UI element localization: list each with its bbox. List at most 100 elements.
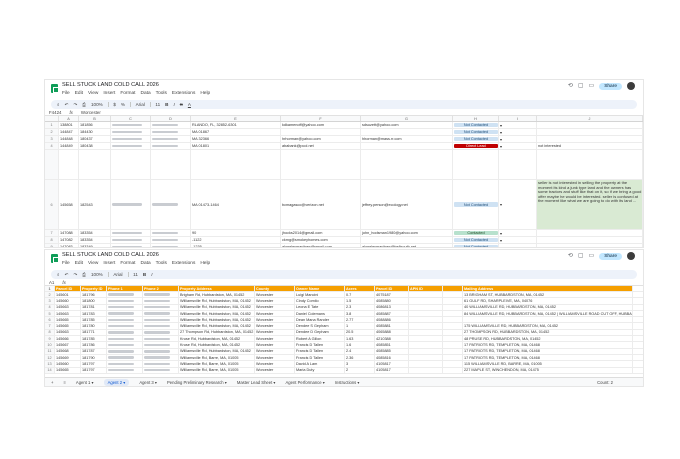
- table-cell[interactable]: 2.3: [345, 304, 375, 310]
- tab-agent-1[interactable]: Agent 1 ▾: [76, 380, 94, 385]
- table-cell[interactable]: 3: [345, 361, 375, 367]
- table-cell[interactable]: Worcester: [255, 336, 295, 342]
- menu-item-insert[interactable]: Insert: [103, 91, 115, 96]
- column-header[interactable]: Property ID: [81, 286, 107, 291]
- table-cell[interactable]: [443, 304, 463, 310]
- cell-phone-2[interactable]: [151, 136, 191, 142]
- cell-email-2[interactable]: john_hodsman1980@yahoo.com: [361, 230, 453, 236]
- table-cell[interactable]: Worcester: [255, 292, 295, 298]
- table-cell[interactable]: 4075187: [375, 292, 409, 298]
- chevron-down-icon[interactable]: ▾: [500, 238, 502, 243]
- menu-item-file[interactable]: File: [62, 91, 70, 96]
- table-cell[interactable]: 4085816: [375, 354, 409, 361]
- table-cell[interactable]: [143, 354, 179, 361]
- print-icon[interactable]: ⎙: [82, 102, 86, 107]
- table-cell[interactable]: Williamsville Rd, Hubbardston, MA, 01452: [179, 323, 255, 329]
- zoom-select[interactable]: 100%: [91, 272, 103, 277]
- table-cell[interactable]: 2: [345, 367, 375, 373]
- table-cell[interactable]: Worcester: [255, 367, 295, 373]
- chevron-down-icon[interactable]: ▾: [500, 144, 502, 149]
- cell-email-1[interactable]: bcmagasco@verizon.net: [281, 180, 361, 229]
- menu-item-insert[interactable]: Insert: [103, 261, 115, 266]
- bold-icon[interactable]: B: [143, 272, 146, 277]
- chevron-down-icon[interactable]: ▾: [500, 202, 502, 207]
- table-cell[interactable]: [107, 348, 143, 354]
- column-header[interactable]: Owner Name: [295, 286, 345, 291]
- cell-email-2[interactable]: [361, 150, 453, 179]
- table-cell[interactable]: [409, 310, 443, 317]
- cell-email-1[interactable]: alongleymartinez@gmail.com: [281, 244, 361, 247]
- table-cell[interactable]: Worcester: [255, 304, 295, 310]
- table-cell[interactable]: [143, 317, 179, 323]
- table-cell[interactable]: [409, 317, 443, 323]
- table-cell[interactable]: 4105817: [375, 367, 409, 373]
- cell-dropdown[interactable]: [499, 150, 537, 179]
- menu-item-help[interactable]: Help: [200, 261, 210, 266]
- cell-record-id[interactable]: [59, 150, 79, 179]
- strikethrough-icon[interactable]: S: [180, 102, 183, 107]
- column-header[interactable]: Parcel ID: [55, 286, 81, 291]
- cell-status[interactable]: [453, 150, 499, 179]
- cell-address[interactable]: 90: [191, 230, 281, 236]
- cell-note[interactable]: seller is not interested in selling the …: [537, 180, 643, 229]
- table-cell[interactable]: 48 PRUSE RD, HUBBARDSTON, MA, 01452: [463, 336, 633, 342]
- table-cell[interactable]: Luigi Mancini: [295, 292, 345, 298]
- column-header[interactable]: Acres: [345, 286, 375, 291]
- cell-phone-2[interactable]: [151, 237, 191, 243]
- table-cell[interactable]: 181800: [81, 298, 107, 304]
- table-cell[interactable]: [443, 361, 463, 367]
- table-cell[interactable]: Williamsville Rd, Hubbardston, MA, 01452: [179, 317, 255, 323]
- table-cell[interactable]: [143, 348, 179, 354]
- cell-email-1[interactable]: ckmg@smokeyhomes.com: [281, 237, 361, 243]
- table-cell[interactable]: [409, 329, 443, 336]
- menu-item-tools[interactable]: Tools: [156, 91, 167, 96]
- table-cell[interactable]: [443, 298, 463, 304]
- history-icon[interactable]: ⟲: [568, 253, 573, 259]
- table-cell[interactable]: Worcester: [255, 310, 295, 317]
- cell-note[interactable]: [537, 230, 643, 236]
- table-cell[interactable]: 40 WILLIAMSVILLE RD, HUBBARDSTON, MA, 01…: [463, 304, 633, 310]
- italic-icon[interactable]: I: [151, 272, 152, 277]
- menu-item-file[interactable]: File: [62, 261, 70, 266]
- cell-phone-2[interactable]: [151, 230, 191, 236]
- italic-icon[interactable]: I: [173, 102, 174, 107]
- table-cell[interactable]: 3.8: [345, 310, 375, 317]
- column-header[interactable]: Phone 1: [107, 286, 143, 291]
- add-sheet-icon[interactable]: +: [51, 380, 53, 385]
- table-cell[interactable]: [107, 367, 143, 373]
- column-header[interactable]: F: [281, 116, 361, 121]
- table-cell[interactable]: Worcester: [255, 329, 295, 336]
- table-cell[interactable]: [443, 354, 463, 361]
- cell-dropdown[interactable]: ▾: [499, 122, 537, 128]
- cell-email-2[interactable]: jeffrey.person@ecology.net: [361, 180, 453, 229]
- video-call-icon[interactable]: ▭: [589, 253, 595, 259]
- cell-phone-2[interactable]: [151, 150, 191, 179]
- cell-dropdown[interactable]: ▾: [499, 237, 537, 243]
- table-cell[interactable]: 181785: [81, 336, 107, 342]
- avatar[interactable]: [627, 82, 635, 90]
- table-cell[interactable]: [107, 298, 143, 304]
- tab-agent-3[interactable]: Agent 3 ▾: [139, 380, 157, 385]
- table-cell[interactable]: 4085880: [375, 298, 409, 304]
- search-menus-icon[interactable]: ⌕: [57, 102, 60, 107]
- menu-item-data[interactable]: Data: [141, 261, 151, 266]
- table-cell[interactable]: 4088886: [375, 317, 409, 323]
- cell-email-1[interactable]: hrhorman@yahoo.com: [281, 136, 361, 142]
- cell-phone-1[interactable]: [111, 122, 151, 128]
- undo-icon[interactable]: ↶: [65, 102, 69, 108]
- table-cell[interactable]: 227 MAPLE ST, WINCHENDON, MA, 01475: [463, 367, 633, 373]
- table-cell[interactable]: [409, 348, 443, 354]
- cell-address[interactable]: -1122: [191, 237, 281, 243]
- cell-email-2[interactable]: [361, 143, 453, 149]
- percent-icon[interactable]: %: [121, 102, 125, 107]
- table-cell[interactable]: 1: [345, 323, 375, 329]
- cell-status[interactable]: Not Contacted: [453, 122, 499, 128]
- table-cell[interactable]: Williamsville Rd, Hubbardston, MA, 01452: [179, 310, 255, 317]
- status-badge[interactable]: Not Contacted: [454, 244, 498, 247]
- table-cell[interactable]: 145601: [55, 292, 81, 298]
- table-cell[interactable]: [107, 292, 143, 298]
- undo-icon[interactable]: ↶: [65, 272, 69, 278]
- cell-phone-2[interactable]: [151, 122, 191, 128]
- cell-dropdown[interactable]: ▾: [499, 180, 537, 229]
- cell-property-id[interactable]: [79, 150, 111, 179]
